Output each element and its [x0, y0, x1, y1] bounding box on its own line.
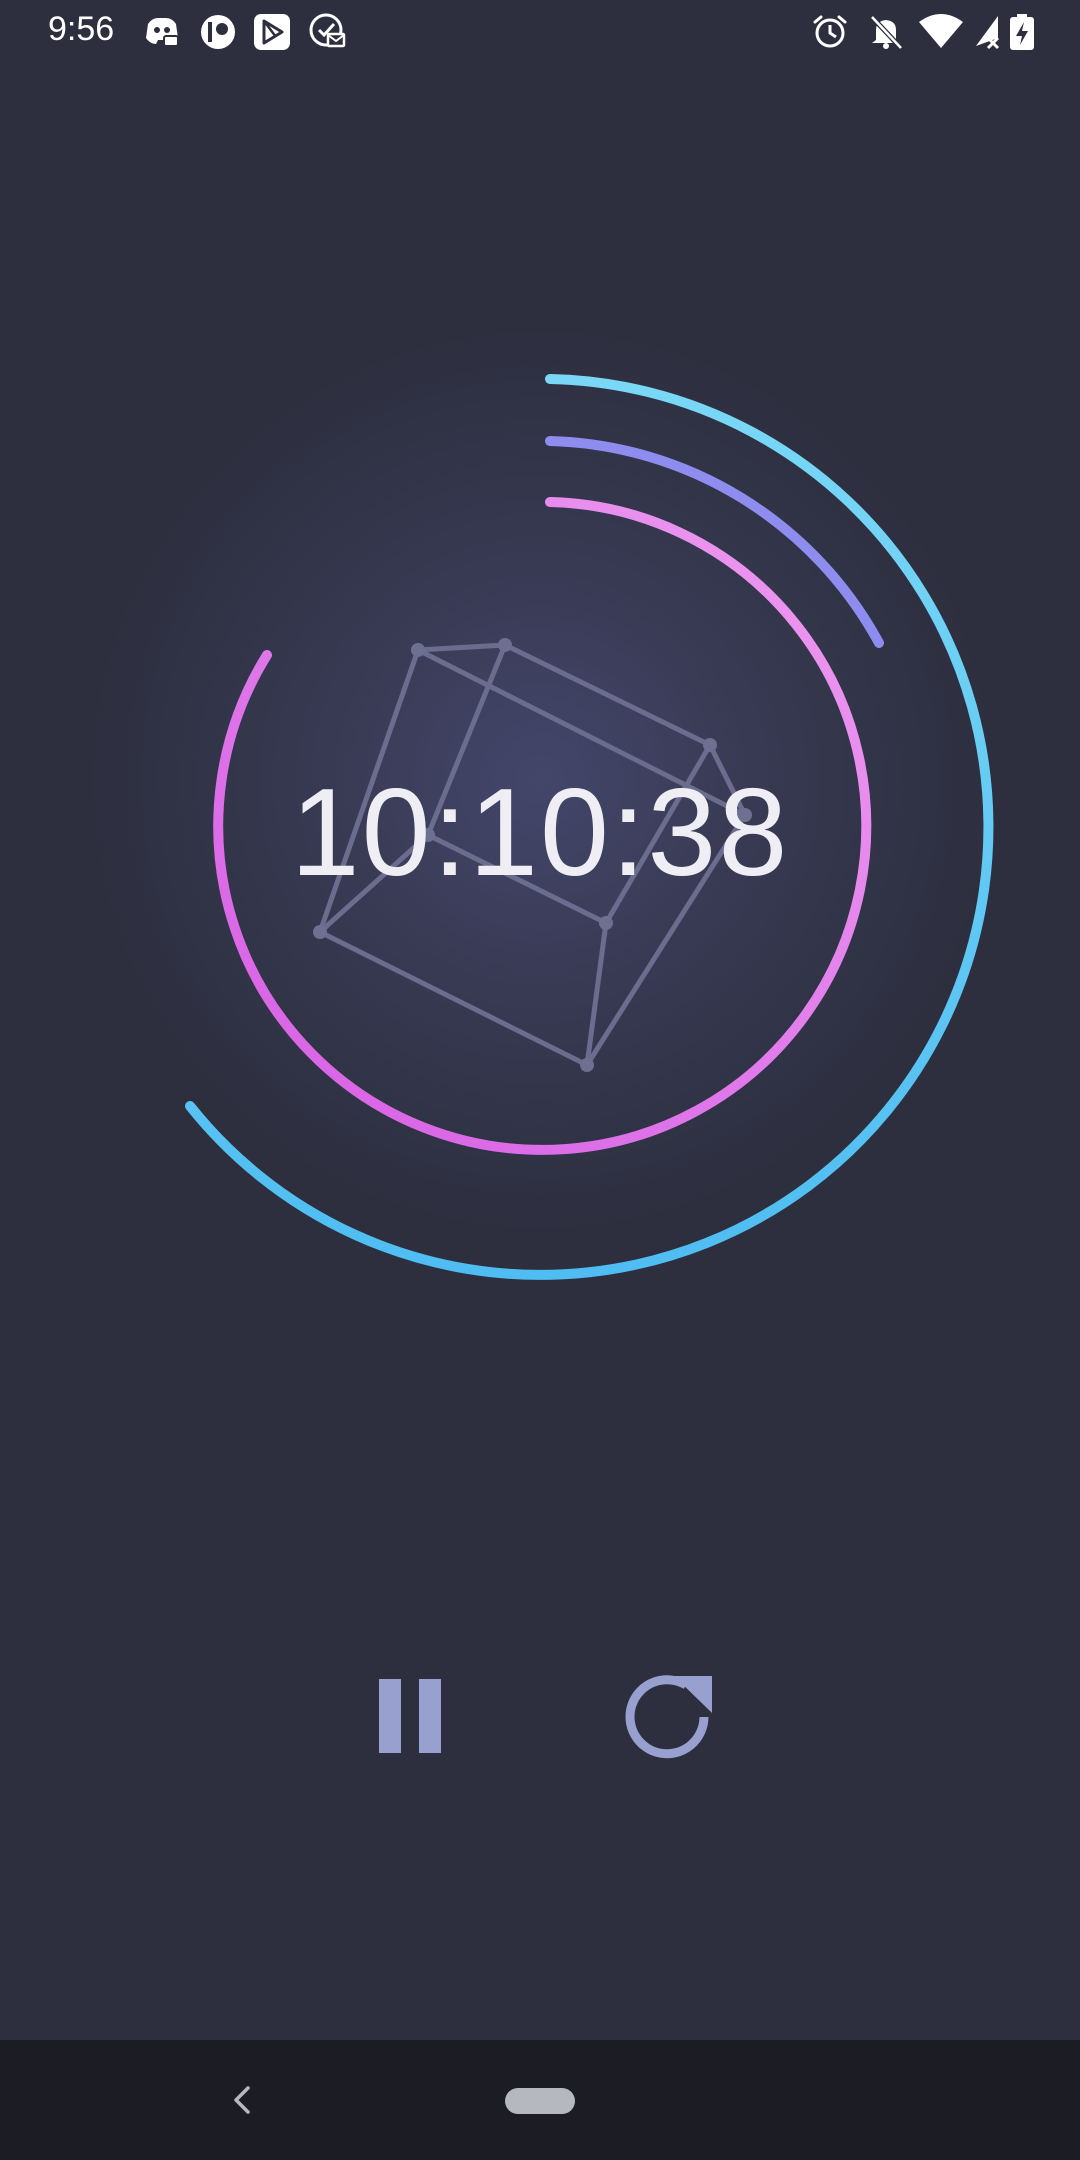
restart-icon — [625, 1675, 712, 1759]
pause-button[interactable] — [360, 1670, 460, 1770]
stopwatch-dial — [185, 374, 994, 1280]
navigation-bar — [0, 2040, 1080, 2160]
home-pill[interactable] — [505, 2088, 575, 2114]
stopwatch-time: 10:10:38 — [290, 764, 790, 902]
pause-icon — [379, 1679, 441, 1753]
back-chevron-icon[interactable] — [222, 2080, 262, 2120]
reset-button[interactable] — [620, 1670, 720, 1770]
middle-progress-ring — [545, 436, 884, 648]
